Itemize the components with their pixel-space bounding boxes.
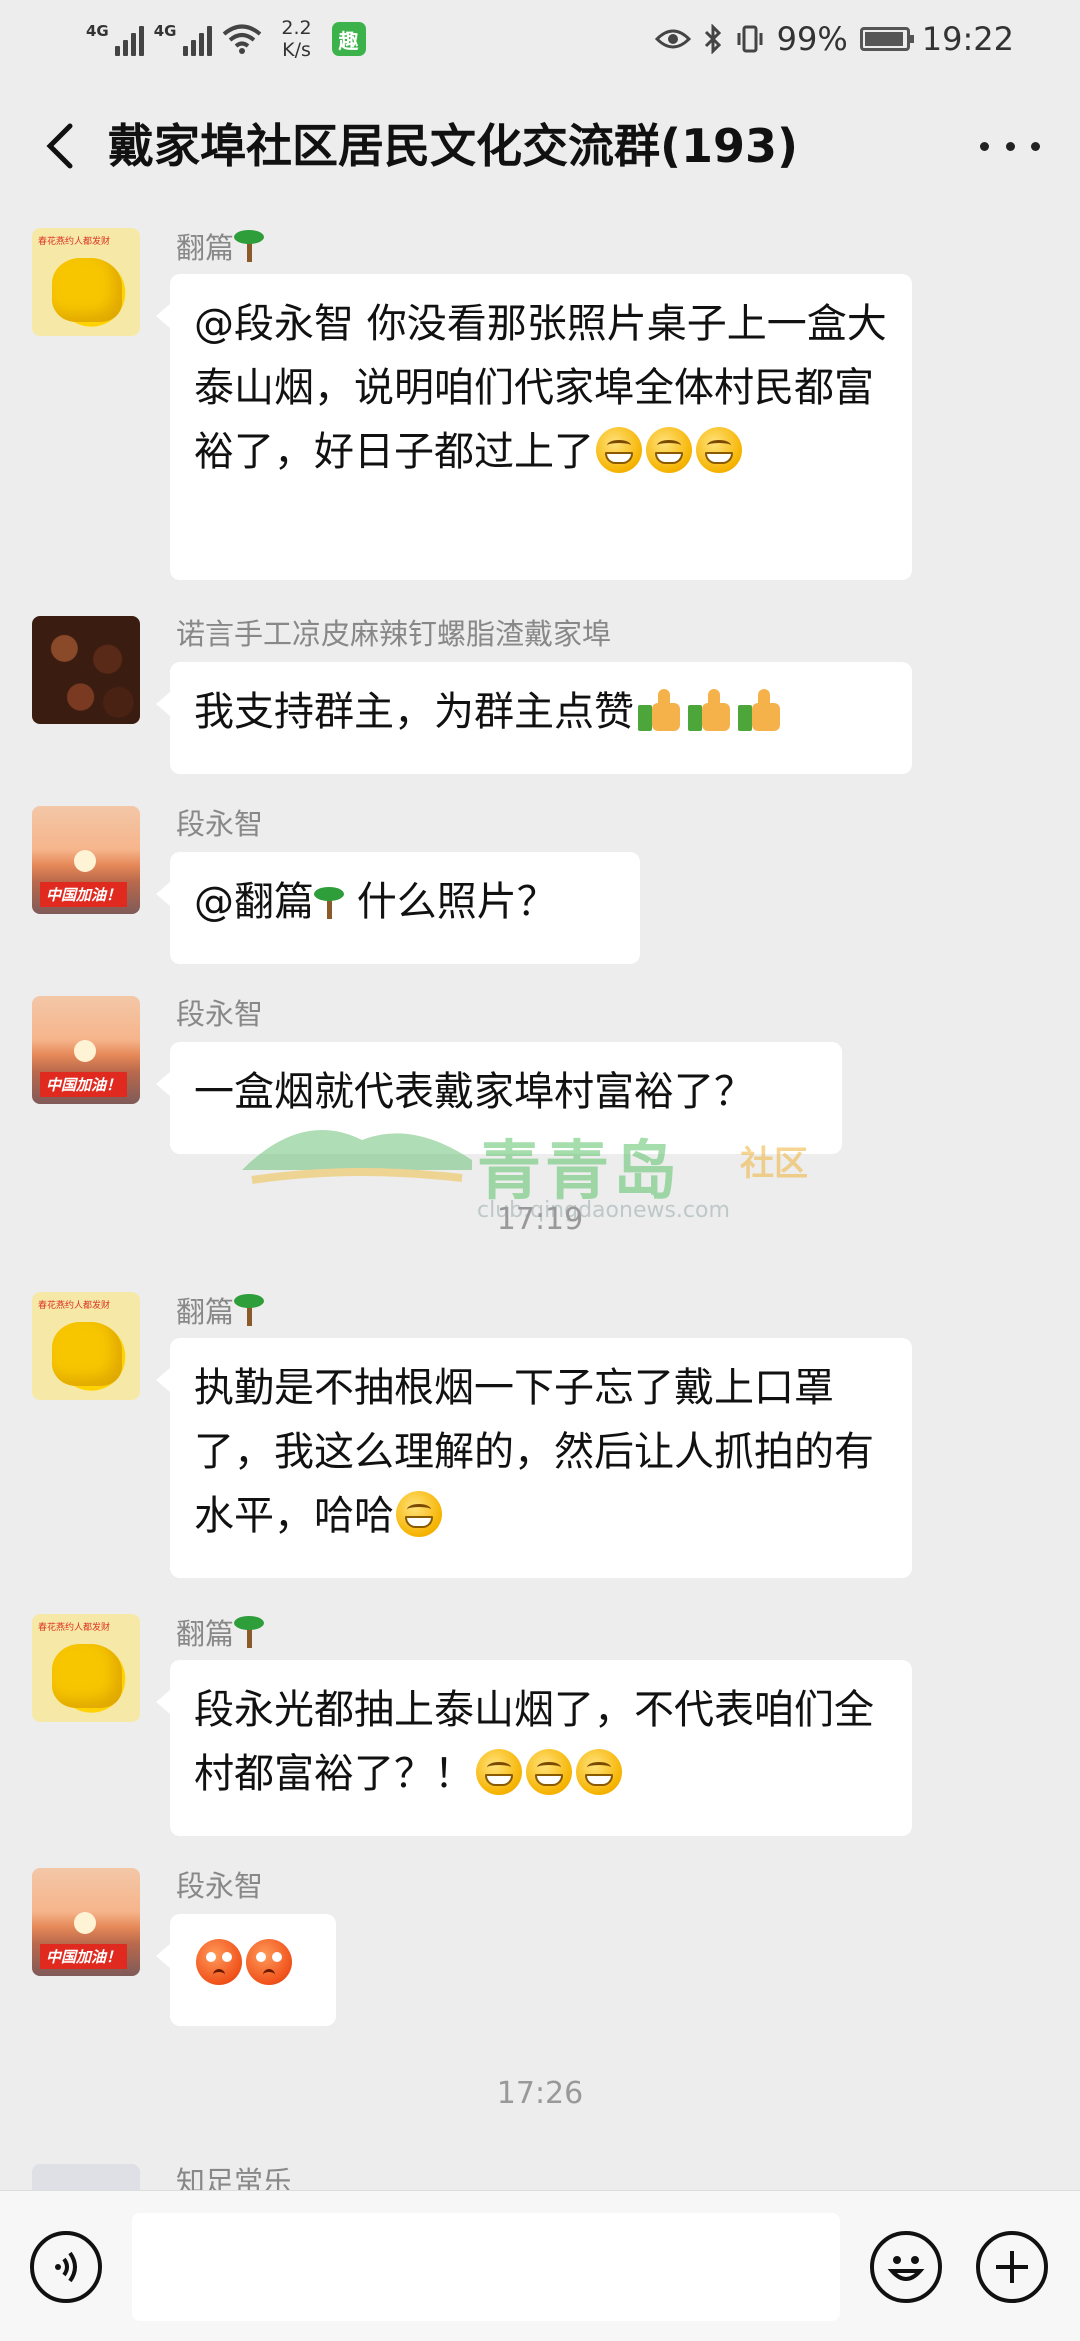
input-bar [0, 2190, 1080, 2341]
grin-emoji-icon [476, 1749, 522, 1795]
sender-name: 翻篇 [176, 1614, 265, 1652]
message-text: 我支持群主，为群主点赞 [194, 689, 634, 735]
message-bubble[interactable]: 段永光都抽上泰山烟了，不代表咱们全村都富裕了？！ [156, 1660, 912, 1836]
thumbs-up-icon [736, 687, 782, 733]
message-bubble[interactable]: @翻篇 什么照片？ [156, 852, 640, 964]
voice-input-icon[interactable] [30, 2231, 102, 2303]
clock: 19:22 [921, 20, 1014, 58]
palm-tree-icon [234, 1614, 265, 1648]
sender-name: 段永智 [176, 807, 264, 841]
avatar[interactable]: 中国加油！ [32, 806, 140, 914]
network-speed: 2.2 K/s [281, 17, 312, 61]
sender-name: 翻篇 [176, 228, 265, 266]
message-text: 什么照片？ [344, 879, 557, 925]
more-options-icon[interactable] [980, 122, 1040, 170]
palm-tree-icon [314, 885, 344, 919]
emoji-picker-icon[interactable] [870, 2231, 942, 2303]
avatar[interactable]: 春花燕约人都发财 [32, 1292, 140, 1400]
avatar[interactable] [32, 616, 140, 724]
sender-name: 翻篇 [176, 1292, 265, 1330]
palm-tree-icon [234, 228, 265, 262]
battery-icon [859, 27, 914, 51]
bluetooth-icon [704, 24, 721, 54]
message-text: @段永智 你没看那张照片桌子上一盒大泰山烟，说明咱们代家埠全体村民都富裕了，好日… [194, 301, 887, 475]
message-bubble[interactable]: 我支持群主，为群主点赞 [156, 662, 912, 774]
message-bubble[interactable] [156, 1914, 336, 2026]
avatar[interactable]: 中国加油！ [32, 1868, 140, 1976]
message-bubble[interactable]: @段永智 你没看那张照片桌子上一盒大泰山烟，说明咱们代家埠全体村民都富裕了，好日… [156, 274, 912, 580]
signal-icon: 4G [86, 22, 144, 56]
app-notification-icon: 趣 [331, 22, 366, 56]
battery-percent: 99% [776, 20, 848, 58]
grin-emoji-icon [696, 427, 742, 473]
sender-name: 段永智 [176, 997, 264, 1031]
vibrate-icon [737, 25, 763, 53]
grin-emoji-icon [396, 1491, 442, 1537]
back-arrow-icon[interactable] [34, 118, 90, 174]
eye-icon [654, 29, 691, 49]
grin-emoji-icon [526, 1749, 572, 1795]
grin-emoji-icon [646, 427, 692, 473]
avatar[interactable]: 春花燕约人都发财 [32, 228, 140, 336]
message-input[interactable] [132, 2213, 840, 2321]
chat-header: 戴家埠社区居民文化交流群(193) [0, 82, 1080, 210]
grin-emoji-icon [596, 427, 642, 473]
flushed-emoji-icon [246, 1939, 292, 1985]
palm-tree-icon [234, 1292, 265, 1326]
wifi-icon [222, 24, 261, 54]
avatar[interactable]: 中国加油！ [32, 996, 140, 1104]
mention: @翻篇 [194, 879, 314, 925]
flushed-emoji-icon [196, 1939, 242, 1985]
signal-icon-2: 4G [154, 22, 212, 56]
add-attachment-icon[interactable] [976, 2231, 1048, 2303]
avatar[interactable]: 春花燕约人都发财 [32, 1614, 140, 1722]
sender-name: 诺言手工凉皮麻辣钉螺脂渣戴家埠 [176, 617, 612, 651]
thumbs-up-icon [686, 687, 732, 733]
grin-emoji-icon [576, 1749, 622, 1795]
sender-name: 段永智 [176, 1869, 264, 1903]
thumbs-up-icon [636, 687, 682, 733]
timestamp: 17:19 [496, 1202, 584, 1237]
status-bar: 4G 4G 2.2 K/s 趣 99% 19:22 [0, 0, 1080, 80]
timestamp: 17:26 [496, 2076, 584, 2111]
message-text: 执勤是不抽根烟一下子忘了戴上口罩了，我这么理解的，然后让人抓拍的有水平，哈哈 [194, 1365, 874, 1539]
message-bubble[interactable]: 执勤是不抽根烟一下子忘了戴上口罩了，我这么理解的，然后让人抓拍的有水平，哈哈 [156, 1338, 912, 1578]
watermark-logo-icon [242, 1130, 472, 1184]
chat-title: 戴家埠社区居民文化交流群(193) [108, 119, 799, 173]
